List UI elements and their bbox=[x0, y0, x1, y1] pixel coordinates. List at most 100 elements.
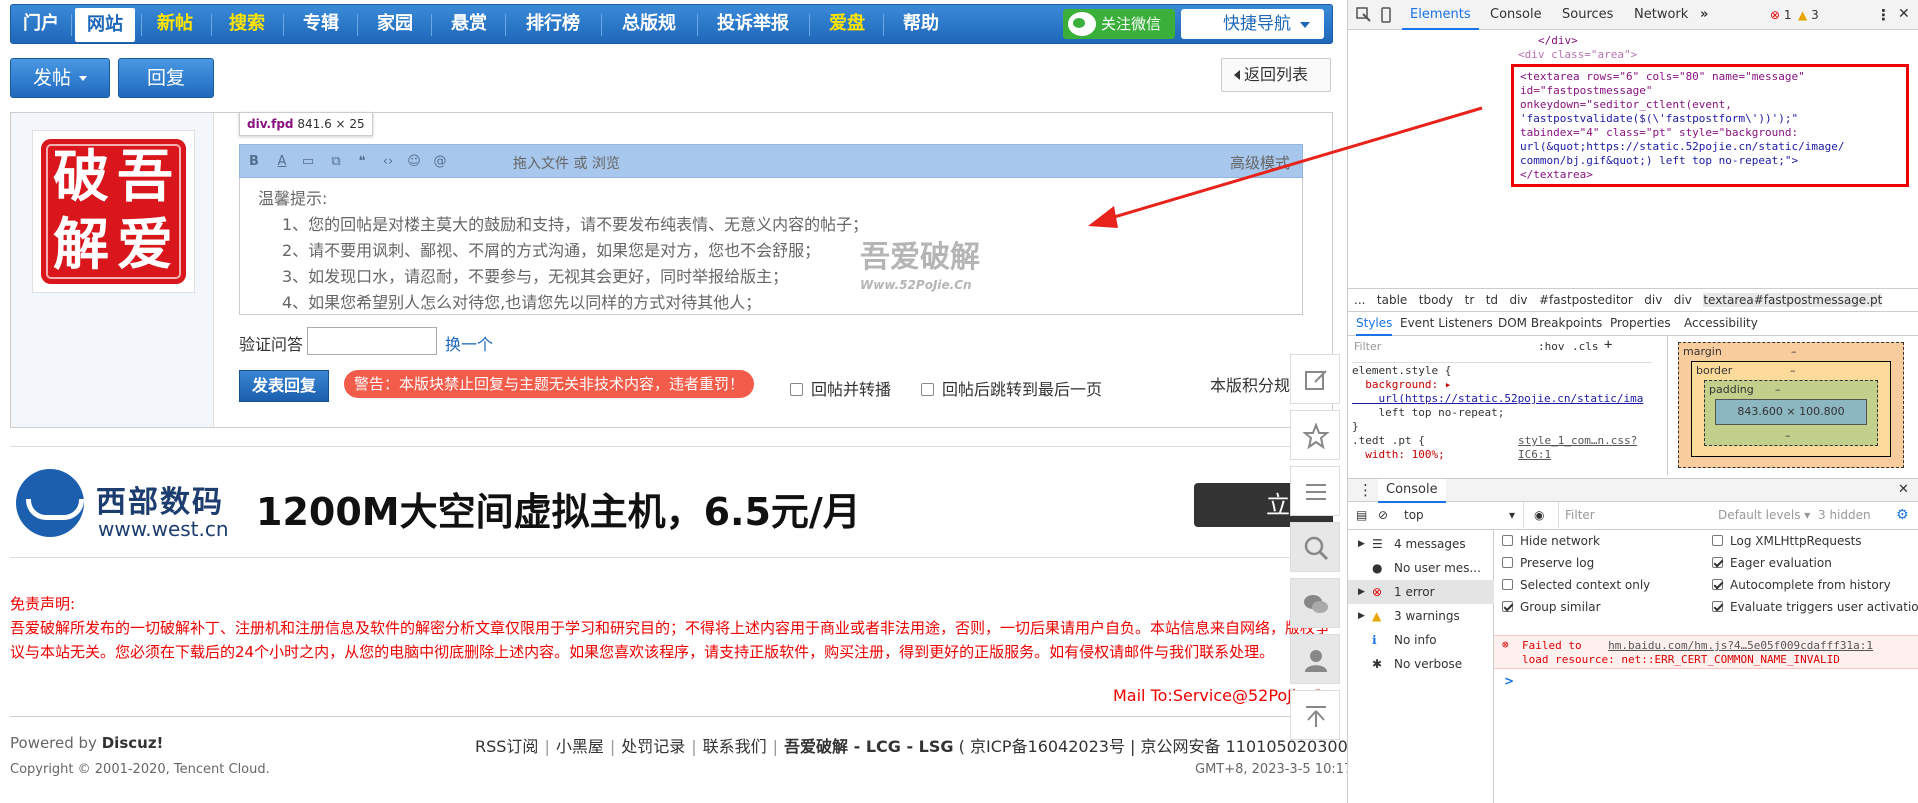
breadcrumb-item[interactable]: tbody bbox=[1419, 293, 1453, 307]
dom-line[interactable]: common/bj.gif&quot;) left top no-repeat;… bbox=[1520, 154, 1798, 168]
edit-float-button[interactable] bbox=[1290, 354, 1340, 404]
jump-last-checkbox[interactable]: 回帖后跳转到最后一页 bbox=[921, 376, 1102, 400]
nav-ranking[interactable]: 排行榜 bbox=[513, 5, 593, 43]
styles-filter-input[interactable]: Filter bbox=[1354, 340, 1381, 354]
style-line[interactable]: element.style { bbox=[1352, 364, 1451, 378]
nav-report[interactable]: 投诉举报 bbox=[705, 5, 801, 43]
follow-wechat-button[interactable]: 关注微信 bbox=[1063, 9, 1175, 39]
footer-site-name[interactable]: 吾爱破解 - LCG - LSG bbox=[784, 737, 954, 756]
console-group-errors[interactable]: ▶ ⊗ 1 error bbox=[1348, 580, 1494, 604]
box-border[interactable]: border – padding – 843.600 × 100.800 – bbox=[1691, 361, 1891, 457]
back-to-top-button[interactable] bbox=[1290, 690, 1340, 740]
gear-icon[interactable]: ⚙ bbox=[1896, 502, 1909, 528]
nav-search[interactable]: 搜索 bbox=[217, 5, 277, 43]
style-line[interactable]: .tedt .pt { bbox=[1352, 434, 1425, 448]
footer-icp[interactable]: ( 京ICP备16042023号 | 京公网安备 11010502030087号… bbox=[959, 737, 1347, 756]
breadcrumb-item-selected[interactable]: textarea#fastpostmessage.pt bbox=[1703, 293, 1883, 307]
kebab-menu-icon[interactable]: ⋮ bbox=[1876, 6, 1891, 24]
context-selector[interactable]: top ▾ bbox=[1404, 502, 1524, 528]
subtab-properties[interactable]: Properties bbox=[1610, 312, 1671, 334]
subtab-event-listeners[interactable]: Event Listeners bbox=[1400, 312, 1493, 334]
reply-textarea[interactable]: 温馨提示: 1、您的回帖是对楼主莫大的鼓励和支持，请不要发布纯表情、无意义内容的… bbox=[239, 178, 1303, 315]
verify-input[interactable] bbox=[307, 327, 437, 355]
dom-line[interactable]: tabindex="4" class="pt" style="backgroun… bbox=[1520, 126, 1798, 140]
back-to-list-button[interactable]: 返回列表 bbox=[1221, 58, 1331, 92]
breadcrumb-item[interactable]: div bbox=[1674, 293, 1692, 307]
at-icon[interactable]: @ bbox=[432, 154, 448, 170]
kebab-menu-icon[interactable]: ⋮ bbox=[1358, 479, 1373, 501]
error-source-link[interactable]: hm.baidu.com/hm.js?4…5e05f009cdafff31a:1 bbox=[1608, 639, 1873, 652]
dom-line[interactable]: url(&quot;https://static.52pojie.cn/stat… bbox=[1520, 140, 1845, 154]
dom-line[interactable]: onkeydown="seditor_ctlent(event, bbox=[1520, 98, 1732, 112]
style-source-link[interactable]: style_1_com…n.css?IC6:1 bbox=[1518, 434, 1667, 462]
log-xhr-checkbox[interactable]: Log XMLHttpRequests bbox=[1712, 534, 1862, 548]
selected-context-checkbox[interactable]: Selected context only bbox=[1502, 578, 1650, 592]
nav-home[interactable]: 家园 bbox=[365, 5, 425, 43]
error-counter[interactable]: ⊗ 1 bbox=[1770, 8, 1792, 22]
dom-line[interactable]: <textarea rows="6" cols="80" name="messa… bbox=[1520, 70, 1805, 84]
nav-portal[interactable]: 门户 bbox=[17, 5, 65, 43]
dom-line[interactable]: <div class="area"> bbox=[1518, 48, 1637, 62]
menu-float-button[interactable] bbox=[1290, 466, 1340, 516]
submit-reply-button[interactable]: 发表回复 bbox=[239, 370, 329, 402]
score-rules-link[interactable]: 本版积分规 bbox=[1210, 372, 1290, 396]
console-prompt[interactable]: > bbox=[1504, 674, 1514, 688]
link-icon[interactable]: ⧉ bbox=[328, 154, 344, 170]
console-drawer-tab[interactable]: Console bbox=[1378, 479, 1446, 503]
hov-toggle[interactable]: :hov bbox=[1538, 340, 1565, 354]
nav-aipan[interactable]: 爱盘 bbox=[817, 5, 877, 43]
tab-elements[interactable]: Elements bbox=[1402, 7, 1479, 30]
plus-icon[interactable]: + bbox=[1604, 338, 1612, 352]
console-filter-input[interactable]: Filter bbox=[1558, 502, 1708, 528]
footer-link-blackroom[interactable]: 小黑屋 bbox=[556, 737, 604, 756]
customer-service-float-button[interactable] bbox=[1290, 634, 1340, 684]
nav-rules[interactable]: 总版规 bbox=[609, 5, 689, 43]
hide-network-checkbox[interactable]: Hide network bbox=[1502, 534, 1600, 548]
dom-line[interactable]: 'fastpostvalidate($(\'fastpostform\'))')… bbox=[1520, 112, 1798, 126]
eager-evaluation-checkbox[interactable]: Eager evaluation bbox=[1712, 556, 1832, 570]
favorite-float-button[interactable] bbox=[1290, 410, 1340, 460]
inspect-icon[interactable] bbox=[1356, 7, 1372, 23]
console-group-verbose[interactable]: ✱ No verbose bbox=[1348, 652, 1494, 676]
style-line[interactable]: url(https://static.52pojie.cn/static/ima bbox=[1352, 392, 1643, 406]
repost-checkbox[interactable]: 回帖并转播 bbox=[790, 376, 891, 400]
box-padding[interactable]: padding – 843.600 × 100.800 – bbox=[1704, 380, 1878, 446]
more-tabs-icon[interactable]: » bbox=[1700, 7, 1708, 22]
box-content-size[interactable]: 843.600 × 100.800 bbox=[1715, 399, 1867, 425]
discuz-link[interactable]: Discuz! bbox=[102, 734, 164, 752]
warning-counter[interactable]: ▲ 3 bbox=[1798, 8, 1819, 22]
footer-link-penalty[interactable]: 处罚记录 bbox=[621, 737, 685, 756]
console-group-info[interactable]: ℹ No info bbox=[1348, 628, 1494, 652]
style-line[interactable]: background: ▸ bbox=[1352, 378, 1451, 392]
quick-nav-dropdown[interactable]: 快捷导航 bbox=[1181, 9, 1324, 39]
tab-console[interactable]: Console bbox=[1490, 7, 1542, 22]
subtab-styles[interactable]: Styles bbox=[1356, 312, 1393, 336]
nav-albums[interactable]: 专辑 bbox=[291, 5, 351, 43]
evaluate-triggers-checkbox[interactable]: Evaluate triggers user activation bbox=[1712, 600, 1918, 614]
subtab-accessibility[interactable]: Accessibility bbox=[1684, 312, 1758, 334]
console-group-user-messages[interactable]: ● No user mes... bbox=[1348, 556, 1494, 580]
nav-new-posts[interactable]: 新帖 bbox=[145, 5, 205, 43]
eye-icon[interactable]: ◉ bbox=[1534, 502, 1544, 528]
console-error-message[interactable]: ⊗ Failed to hm.baidu.com/hm.js?4…5e05f00… bbox=[1494, 635, 1918, 669]
breadcrumb-item[interactable]: div bbox=[1644, 293, 1662, 307]
smiley-icon[interactable]: ☺ bbox=[406, 154, 422, 170]
change-question-link[interactable]: 换一个 bbox=[445, 331, 493, 355]
breadcrumb-item[interactable]: tr bbox=[1465, 293, 1475, 307]
breadcrumb-item[interactable]: td bbox=[1486, 293, 1498, 307]
new-post-button[interactable]: 发帖 bbox=[10, 58, 110, 98]
reply-button[interactable]: 回复 bbox=[118, 58, 214, 98]
wechat-float-button[interactable] bbox=[1290, 578, 1340, 628]
tab-network[interactable]: Network bbox=[1634, 7, 1688, 22]
search-float-button[interactable] bbox=[1290, 522, 1340, 572]
breadcrumb-item[interactable]: #fastposteditor bbox=[1539, 293, 1633, 307]
tab-sources[interactable]: Sources bbox=[1562, 7, 1613, 22]
preserve-log-checkbox[interactable]: Preserve log bbox=[1502, 556, 1594, 570]
breadcrumb-item[interactable]: ... bbox=[1354, 293, 1365, 307]
dom-line[interactable]: </div> bbox=[1538, 34, 1578, 48]
style-line[interactable]: width: 100%; bbox=[1352, 448, 1444, 462]
group-similar-checkbox[interactable]: Group similar bbox=[1502, 600, 1601, 614]
breadcrumb-item[interactable]: div bbox=[1509, 293, 1527, 307]
dom-line[interactable]: id="fastpostmessage" bbox=[1520, 84, 1652, 98]
attachment-drop-hint[interactable]: 拖入文件 或 浏览 bbox=[513, 153, 620, 173]
